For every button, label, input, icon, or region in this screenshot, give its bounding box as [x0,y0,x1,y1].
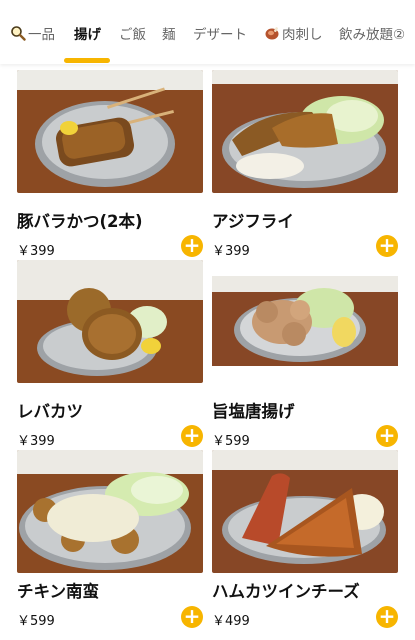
food-photo-aji-fry [212,70,398,193]
food-photo-chicken-nanban [17,450,203,573]
food-photo-umashio-karaage [212,260,398,383]
category-tab-bar: 一品 揚げ ご飯 麺 デザート 肉刺し 飲み放題② [0,0,415,64]
tab-ippin[interactable]: 一品 [10,23,55,43]
item-price: ￥499 [212,614,250,629]
tab-gohan[interactable]: ご飯 [119,23,146,43]
tab-label: デザート [193,27,247,43]
magnifier-icon [10,25,26,41]
item-price: ￥399 [17,434,55,449]
food-photo-butabara-katsu [17,70,203,193]
active-tab-indicator [64,58,110,63]
meat-icon [264,25,280,41]
item-price: ￥599 [17,614,55,629]
item-name: ハムカツインチーズ [212,582,360,601]
tab-label: 揚げ [74,27,101,43]
item-name: 豚バラかつ(2本) [17,212,143,231]
item-price: ￥399 [17,244,55,259]
food-photo-hamkatsu-in-cheese [212,450,398,573]
tab-men[interactable]: 麺 [162,23,176,43]
add-to-cart-button[interactable]: + [181,235,203,257]
tab-label: 一品 [28,27,55,43]
tab-label: 肉刺し [282,27,323,43]
add-to-cart-button[interactable]: + [181,425,203,447]
add-to-cart-button[interactable]: + [376,606,398,628]
tab-label: 飲み放題② [339,27,406,43]
item-name: 旨塩唐揚げ [212,402,295,421]
item-name: アジフライ [212,212,294,231]
item-price: ￥399 [212,244,250,259]
tab-dessert[interactable]: デザート [193,23,247,43]
item-price: ￥599 [212,434,250,449]
tab-label: ご飯 [119,27,146,43]
tab-label: 麺 [162,27,176,43]
tab-agemono[interactable]: 揚げ [74,23,101,43]
add-to-cart-button[interactable]: + [181,606,203,628]
tab-nomihoudai[interactable]: 飲み放題② [339,23,405,43]
food-photo-reba-katsu [17,260,203,383]
add-to-cart-button[interactable]: + [376,425,398,447]
tab-nikusashi[interactable]: 肉刺し [264,23,323,43]
item-name: レバカツ [17,402,83,421]
item-name: チキン南蛮 [17,582,100,601]
add-to-cart-button[interactable]: + [376,235,398,257]
